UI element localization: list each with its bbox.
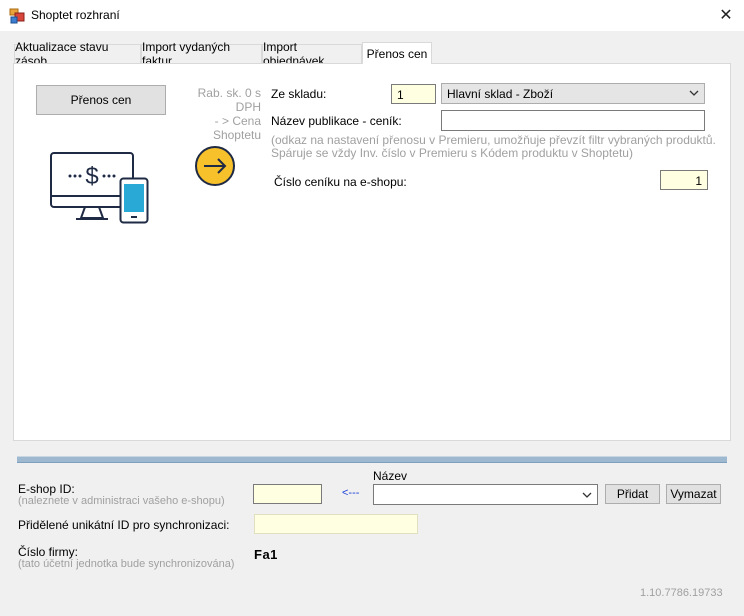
eshop-id-label: E-shop ID: (18, 482, 75, 496)
publication-field[interactable] (441, 110, 705, 131)
chevron-down-icon (688, 86, 700, 103)
svg-text:$: $ (85, 163, 98, 190)
company-value: Fa1 (254, 547, 278, 562)
eshop-id-hint: (naleznete v administraci vašeho e-shopu… (18, 495, 225, 507)
warehouse-select-value: Hlavní sklad - Zboží (447, 87, 554, 101)
unique-id-label: Přidělené unikátní ID pro synchronizaci: (18, 518, 230, 532)
price-hint-line2: - > Cena Shoptetu (212, 114, 261, 142)
publication-note: (odkaz na nastavení přenosu v Premieru, … (271, 134, 716, 160)
tab-stock-update[interactable]: Aktualizace stavu zásob (14, 40, 141, 68)
close-button[interactable]: ✕ (712, 3, 740, 27)
unique-id-field[interactable] (254, 514, 418, 534)
version-text: 1.10.7786.19733 (640, 587, 723, 599)
arrow-right-circle-icon (194, 145, 236, 190)
price-hint: Rab. sk. 0 s DPH - > Cena Shoptetu (171, 86, 261, 142)
price-transfer-button[interactable]: Přenos cen (36, 85, 166, 115)
tab-price-transfer[interactable]: Přenos cen (362, 42, 432, 64)
name-label: Název (373, 469, 408, 483)
chevron-down-icon (581, 488, 593, 505)
delete-button[interactable]: Vymazat (666, 484, 721, 504)
add-button[interactable]: Přidat (605, 484, 660, 504)
arrow-left-text: <--- (342, 487, 360, 499)
eshop-id-field[interactable] (253, 484, 322, 504)
publication-label: Název publikace - ceník: (271, 114, 402, 128)
window-title: Shoptet rozhraní (31, 8, 120, 22)
warehouse-label: Ze skladu: (271, 87, 327, 101)
tab-order-import[interactable]: Import objednávek (262, 40, 362, 68)
publication-note-line2: Spáruje se vždy Inv. číslo v Premieru s … (271, 146, 633, 160)
tab-invoice-import[interactable]: Import vydaných faktur (141, 40, 262, 68)
company-label: Číslo firmy: (18, 545, 78, 559)
warehouse-number-field[interactable]: 1 (391, 84, 436, 104)
company-hint: (tato účetní jednotka bude synchronizová… (18, 558, 235, 570)
pricelist-label: Číslo ceníku na e-shopu: (274, 175, 407, 189)
pricelist-field[interactable]: 1 (660, 170, 708, 190)
app-icon (9, 8, 25, 24)
warehouse-select[interactable]: Hlavní sklad - Zboží (441, 83, 705, 104)
price-hint-line1: Rab. sk. 0 s DPH (197, 86, 261, 114)
phone-icon (119, 177, 149, 228)
splitter[interactable] (17, 456, 727, 463)
name-select[interactable] (373, 484, 598, 505)
